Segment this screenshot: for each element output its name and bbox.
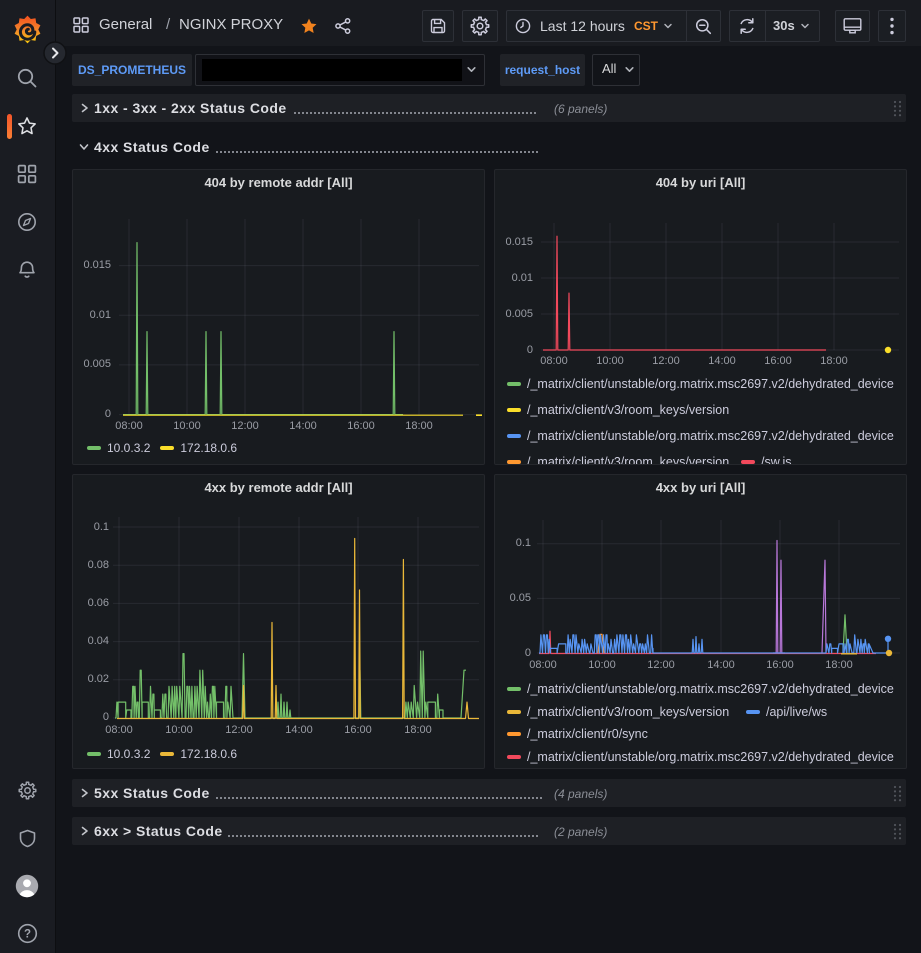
svg-text:?: ? xyxy=(24,929,31,941)
